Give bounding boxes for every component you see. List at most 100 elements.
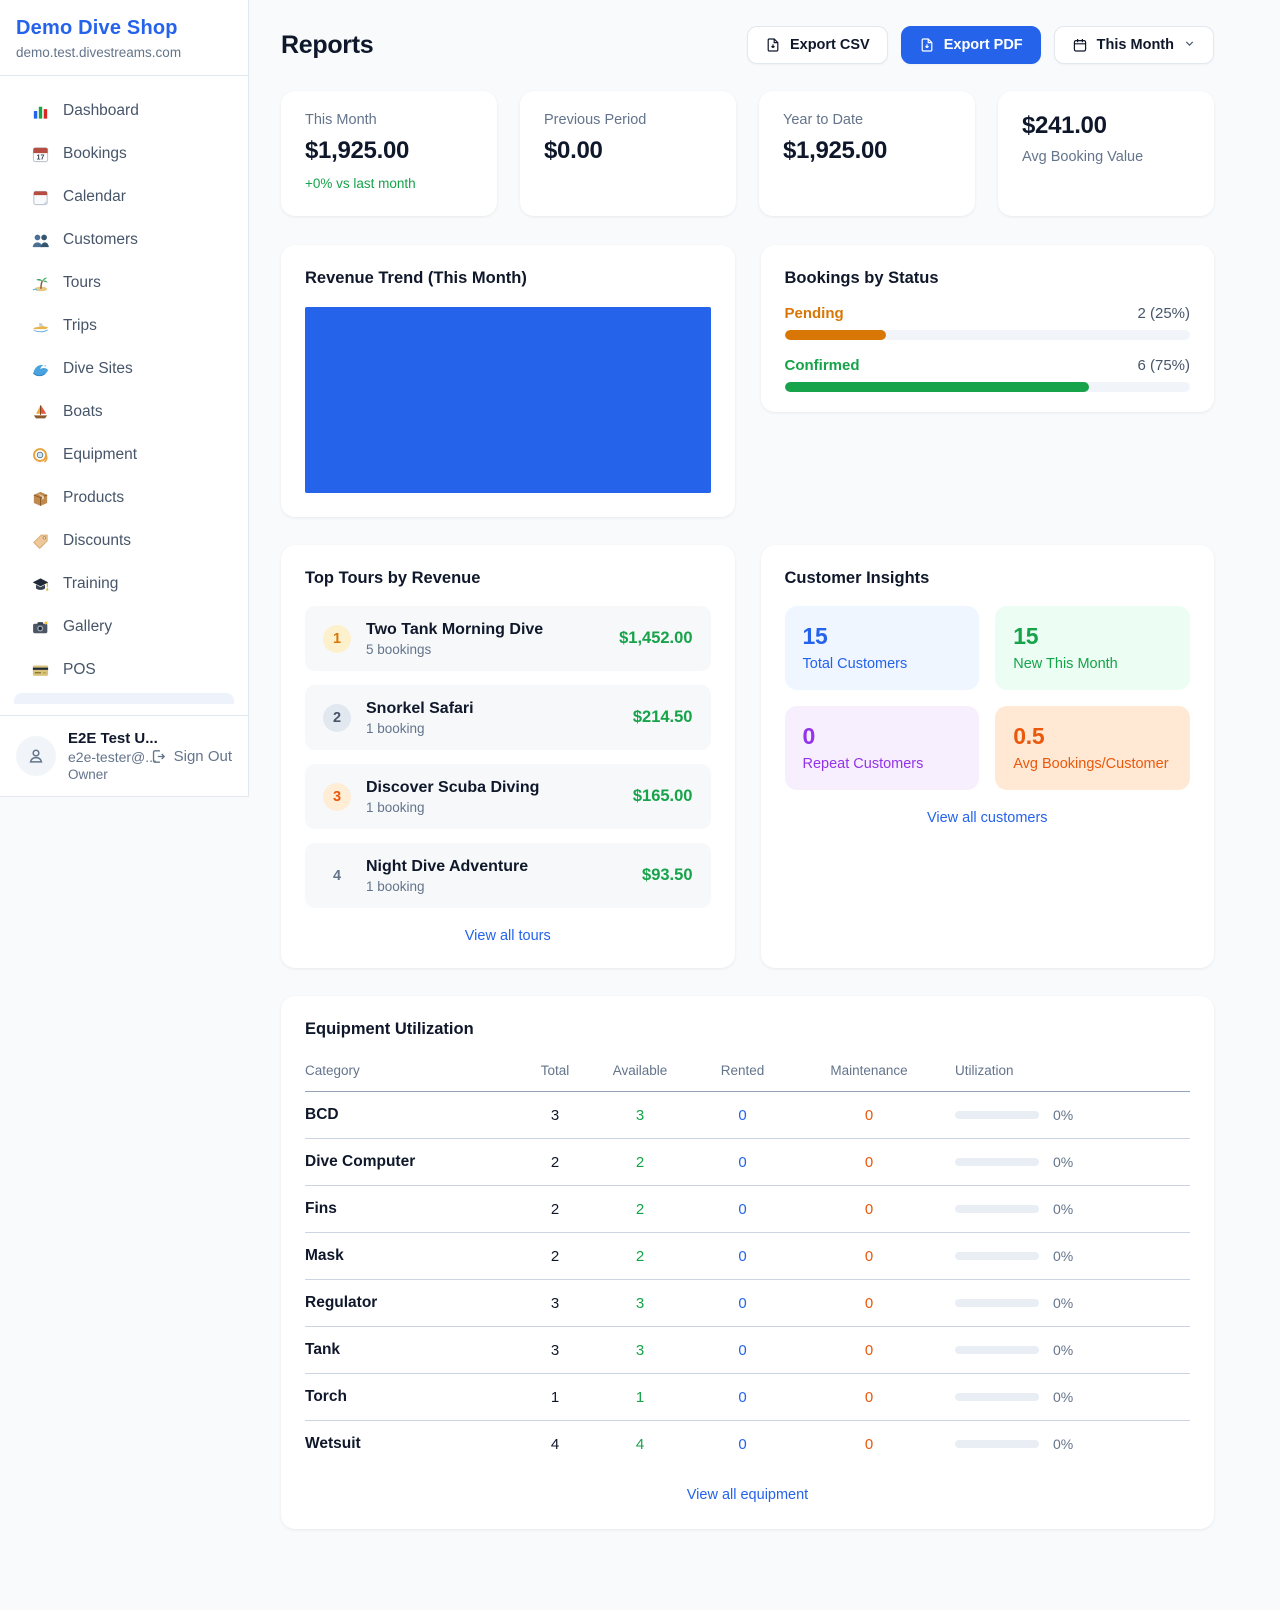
status-progress-fill xyxy=(785,382,1089,392)
sidebar-item-gallery[interactable]: Gallery xyxy=(14,606,234,648)
sidebar-item-training[interactable]: Training xyxy=(14,563,234,605)
utilization-percent: 0% xyxy=(1053,1248,1073,1264)
sidebar-item-label: Gallery xyxy=(63,618,112,636)
equipment-row-dive-computer: Dive Computer22000% xyxy=(305,1139,1190,1186)
equipment-row-bcd: BCD33000% xyxy=(305,1092,1190,1139)
period-dropdown[interactable]: This Month xyxy=(1054,26,1214,64)
column-header-total: Total xyxy=(520,1053,590,1092)
utilization-wrap: 0% xyxy=(955,1248,1190,1264)
export-csv-button[interactable]: Export CSV xyxy=(747,26,888,64)
export-pdf-button[interactable]: Export PDF xyxy=(901,26,1041,64)
sidebar-item-dashboard[interactable]: Dashboard xyxy=(14,90,234,132)
column-header-maintenance: Maintenance xyxy=(795,1053,943,1092)
equipment-rented: 0 xyxy=(690,1139,795,1186)
stat-delta: +0% vs last month xyxy=(305,176,473,191)
status-row-pending: Pending2 (25%) xyxy=(785,305,1191,340)
revenue-trend-title: Revenue Trend (This Month) xyxy=(305,269,711,288)
stat-value: $241.00 xyxy=(1022,112,1190,140)
tour-name: Night Dive Adventure xyxy=(366,858,627,876)
sidebar-item-bookings[interactable]: 17Bookings xyxy=(14,133,234,175)
equipment-total: 3 xyxy=(520,1327,590,1374)
view-all-customers-link[interactable]: View all customers xyxy=(785,810,1191,826)
customer-insights-title: Customer Insights xyxy=(785,569,1191,588)
equipment-maintenance: 0 xyxy=(795,1139,943,1186)
equipment-table-header-row: Category Total Available Rented Maintena… xyxy=(305,1053,1190,1092)
equipment-rented: 0 xyxy=(690,1092,795,1139)
utilization-wrap: 0% xyxy=(955,1107,1190,1123)
equipment-utilization: 0% xyxy=(943,1186,1190,1233)
utilization-bar xyxy=(955,1393,1039,1401)
sidebar-item-active-partial[interactable] xyxy=(14,693,234,704)
calendar-date-icon: 17 xyxy=(30,144,50,164)
column-header-available: Available xyxy=(590,1053,690,1092)
tour-name: Snorkel Safari xyxy=(366,700,618,718)
sign-out-label: Sign Out xyxy=(174,748,232,765)
grad-cap-icon xyxy=(30,574,50,594)
sidebar-item-customers[interactable]: Customers xyxy=(14,219,234,261)
utilization-bar xyxy=(955,1299,1039,1307)
equipment-utilization: 0% xyxy=(943,1327,1190,1374)
insight-label: Avg Bookings/Customer xyxy=(1013,756,1172,772)
equipment-row-mask: Mask22000% xyxy=(305,1233,1190,1280)
customer-insights-card: Customer Insights 15Total Customers15New… xyxy=(761,545,1215,968)
view-all-tours-link[interactable]: View all tours xyxy=(305,928,711,944)
svg-text:17: 17 xyxy=(36,153,44,161)
status-line: Pending2 (25%) xyxy=(785,305,1191,322)
utilization-percent: 0% xyxy=(1053,1342,1073,1358)
charts-row: Revenue Trend (This Month) Bookings by S… xyxy=(281,245,1214,517)
equipment-available: 2 xyxy=(590,1233,690,1280)
tour-info: Snorkel Safari1 booking xyxy=(366,700,618,736)
revenue-trend-chart xyxy=(305,307,711,493)
equipment-utilization-card: Equipment Utilization Category Total Ava… xyxy=(281,996,1214,1529)
stat-label: Previous Period xyxy=(544,112,712,128)
sidebar-item-trips[interactable]: Trips xyxy=(14,305,234,347)
equipment-total: 2 xyxy=(520,1186,590,1233)
status-line: Confirmed6 (75%) xyxy=(785,357,1191,374)
bar-chart-icon xyxy=(30,101,50,121)
top-tours-title: Top Tours by Revenue xyxy=(305,569,711,588)
sidebar-item-label: Dive Sites xyxy=(63,360,133,378)
sign-out-button[interactable]: Sign Out xyxy=(150,748,232,765)
sidebar-item-boats[interactable]: Boats xyxy=(14,391,234,433)
sidebar-item-equipment[interactable]: Equipment xyxy=(14,434,234,476)
utilization-bar xyxy=(955,1158,1039,1166)
insight-label: Total Customers xyxy=(803,656,962,672)
equipment-available: 3 xyxy=(590,1280,690,1327)
tour-info: Discover Scuba Diving1 booking xyxy=(366,779,618,815)
equipment-rented: 0 xyxy=(690,1327,795,1374)
equipment-total: 3 xyxy=(520,1280,590,1327)
tour-info: Night Dive Adventure1 booking xyxy=(366,858,627,894)
page-title: Reports xyxy=(281,31,373,60)
sidebar-item-dive-sites[interactable]: Dive Sites xyxy=(14,348,234,390)
utilization-bar xyxy=(955,1111,1039,1119)
sidebar-item-products[interactable]: Products xyxy=(14,477,234,519)
sailboat-icon xyxy=(30,402,50,422)
insight-tile-avg-bookings-customer: 0.5Avg Bookings/Customer xyxy=(995,706,1190,790)
utilization-percent: 0% xyxy=(1053,1154,1073,1170)
equipment-category: Tank xyxy=(305,1327,520,1374)
sidebar-item-label: Dashboard xyxy=(63,102,139,120)
status-row-confirmed: Confirmed6 (75%) xyxy=(785,357,1191,392)
sidebar-item-tours[interactable]: Tours xyxy=(14,262,234,304)
insight-value: 15 xyxy=(803,623,962,650)
tour-row: 3Discover Scuba Diving1 booking$165.00 xyxy=(305,764,711,829)
sidebar-item-calendar[interactable]: Calendar xyxy=(14,176,234,218)
stat-card-year-to-date: Year to Date $1,925.00 xyxy=(759,91,975,216)
equipment-available: 3 xyxy=(590,1327,690,1374)
view-all-equipment-link[interactable]: View all equipment xyxy=(305,1487,1190,1503)
utilization-bar xyxy=(955,1440,1039,1448)
equipment-row-tank: Tank33000% xyxy=(305,1327,1190,1374)
status-count: 2 (25%) xyxy=(1137,305,1190,322)
top-tours-card: Top Tours by Revenue 1Two Tank Morning D… xyxy=(281,545,735,968)
stats-grid: This Month $1,925.00 +0% vs last month P… xyxy=(281,91,1214,216)
bookings-by-status-list: Pending2 (25%) Confirmed6 (75%) xyxy=(785,305,1191,392)
utilization-percent: 0% xyxy=(1053,1436,1073,1452)
stat-label: Avg Booking Value xyxy=(1022,149,1190,165)
sidebar-item-pos[interactable]: POS xyxy=(14,649,234,691)
credit-card-icon xyxy=(30,660,50,680)
equipment-category: Mask xyxy=(305,1233,520,1280)
rank-badge: 2 xyxy=(323,704,351,732)
sidebar-item-discounts[interactable]: Discounts xyxy=(14,520,234,562)
rank-badge: 3 xyxy=(323,783,351,811)
sidebar-item-label: Products xyxy=(63,489,124,507)
